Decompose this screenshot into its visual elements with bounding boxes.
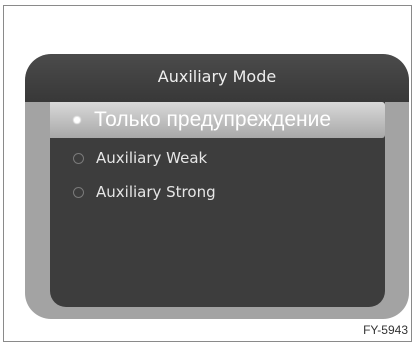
radio-selected-icon [74, 117, 80, 123]
menu-item-auxiliary-strong[interactable]: Auxiliary Strong [50, 174, 385, 210]
menu-panel: Только предупреждение Auxiliary Weak Aux… [50, 102, 385, 307]
menu-item-label: Auxiliary Weak [96, 149, 208, 167]
menu-item-label: Auxiliary Strong [96, 183, 216, 201]
screen-title: Auxiliary Mode [25, 54, 409, 102]
display-screen: Auxiliary Mode Только предупреждение Aux… [25, 54, 409, 319]
menu-item-label: Только предупреждение [94, 108, 332, 131]
menu-item-auxiliary-weak[interactable]: Auxiliary Weak [50, 140, 385, 176]
figure-frame: Auxiliary Mode Только предупреждение Aux… [3, 5, 412, 342]
radio-unselected-icon [73, 186, 84, 198]
menu-item-warning-only[interactable]: Только предупреждение [50, 102, 385, 138]
radio-unselected-icon [73, 152, 84, 164]
figure-code: FY-5943 [363, 323, 408, 337]
